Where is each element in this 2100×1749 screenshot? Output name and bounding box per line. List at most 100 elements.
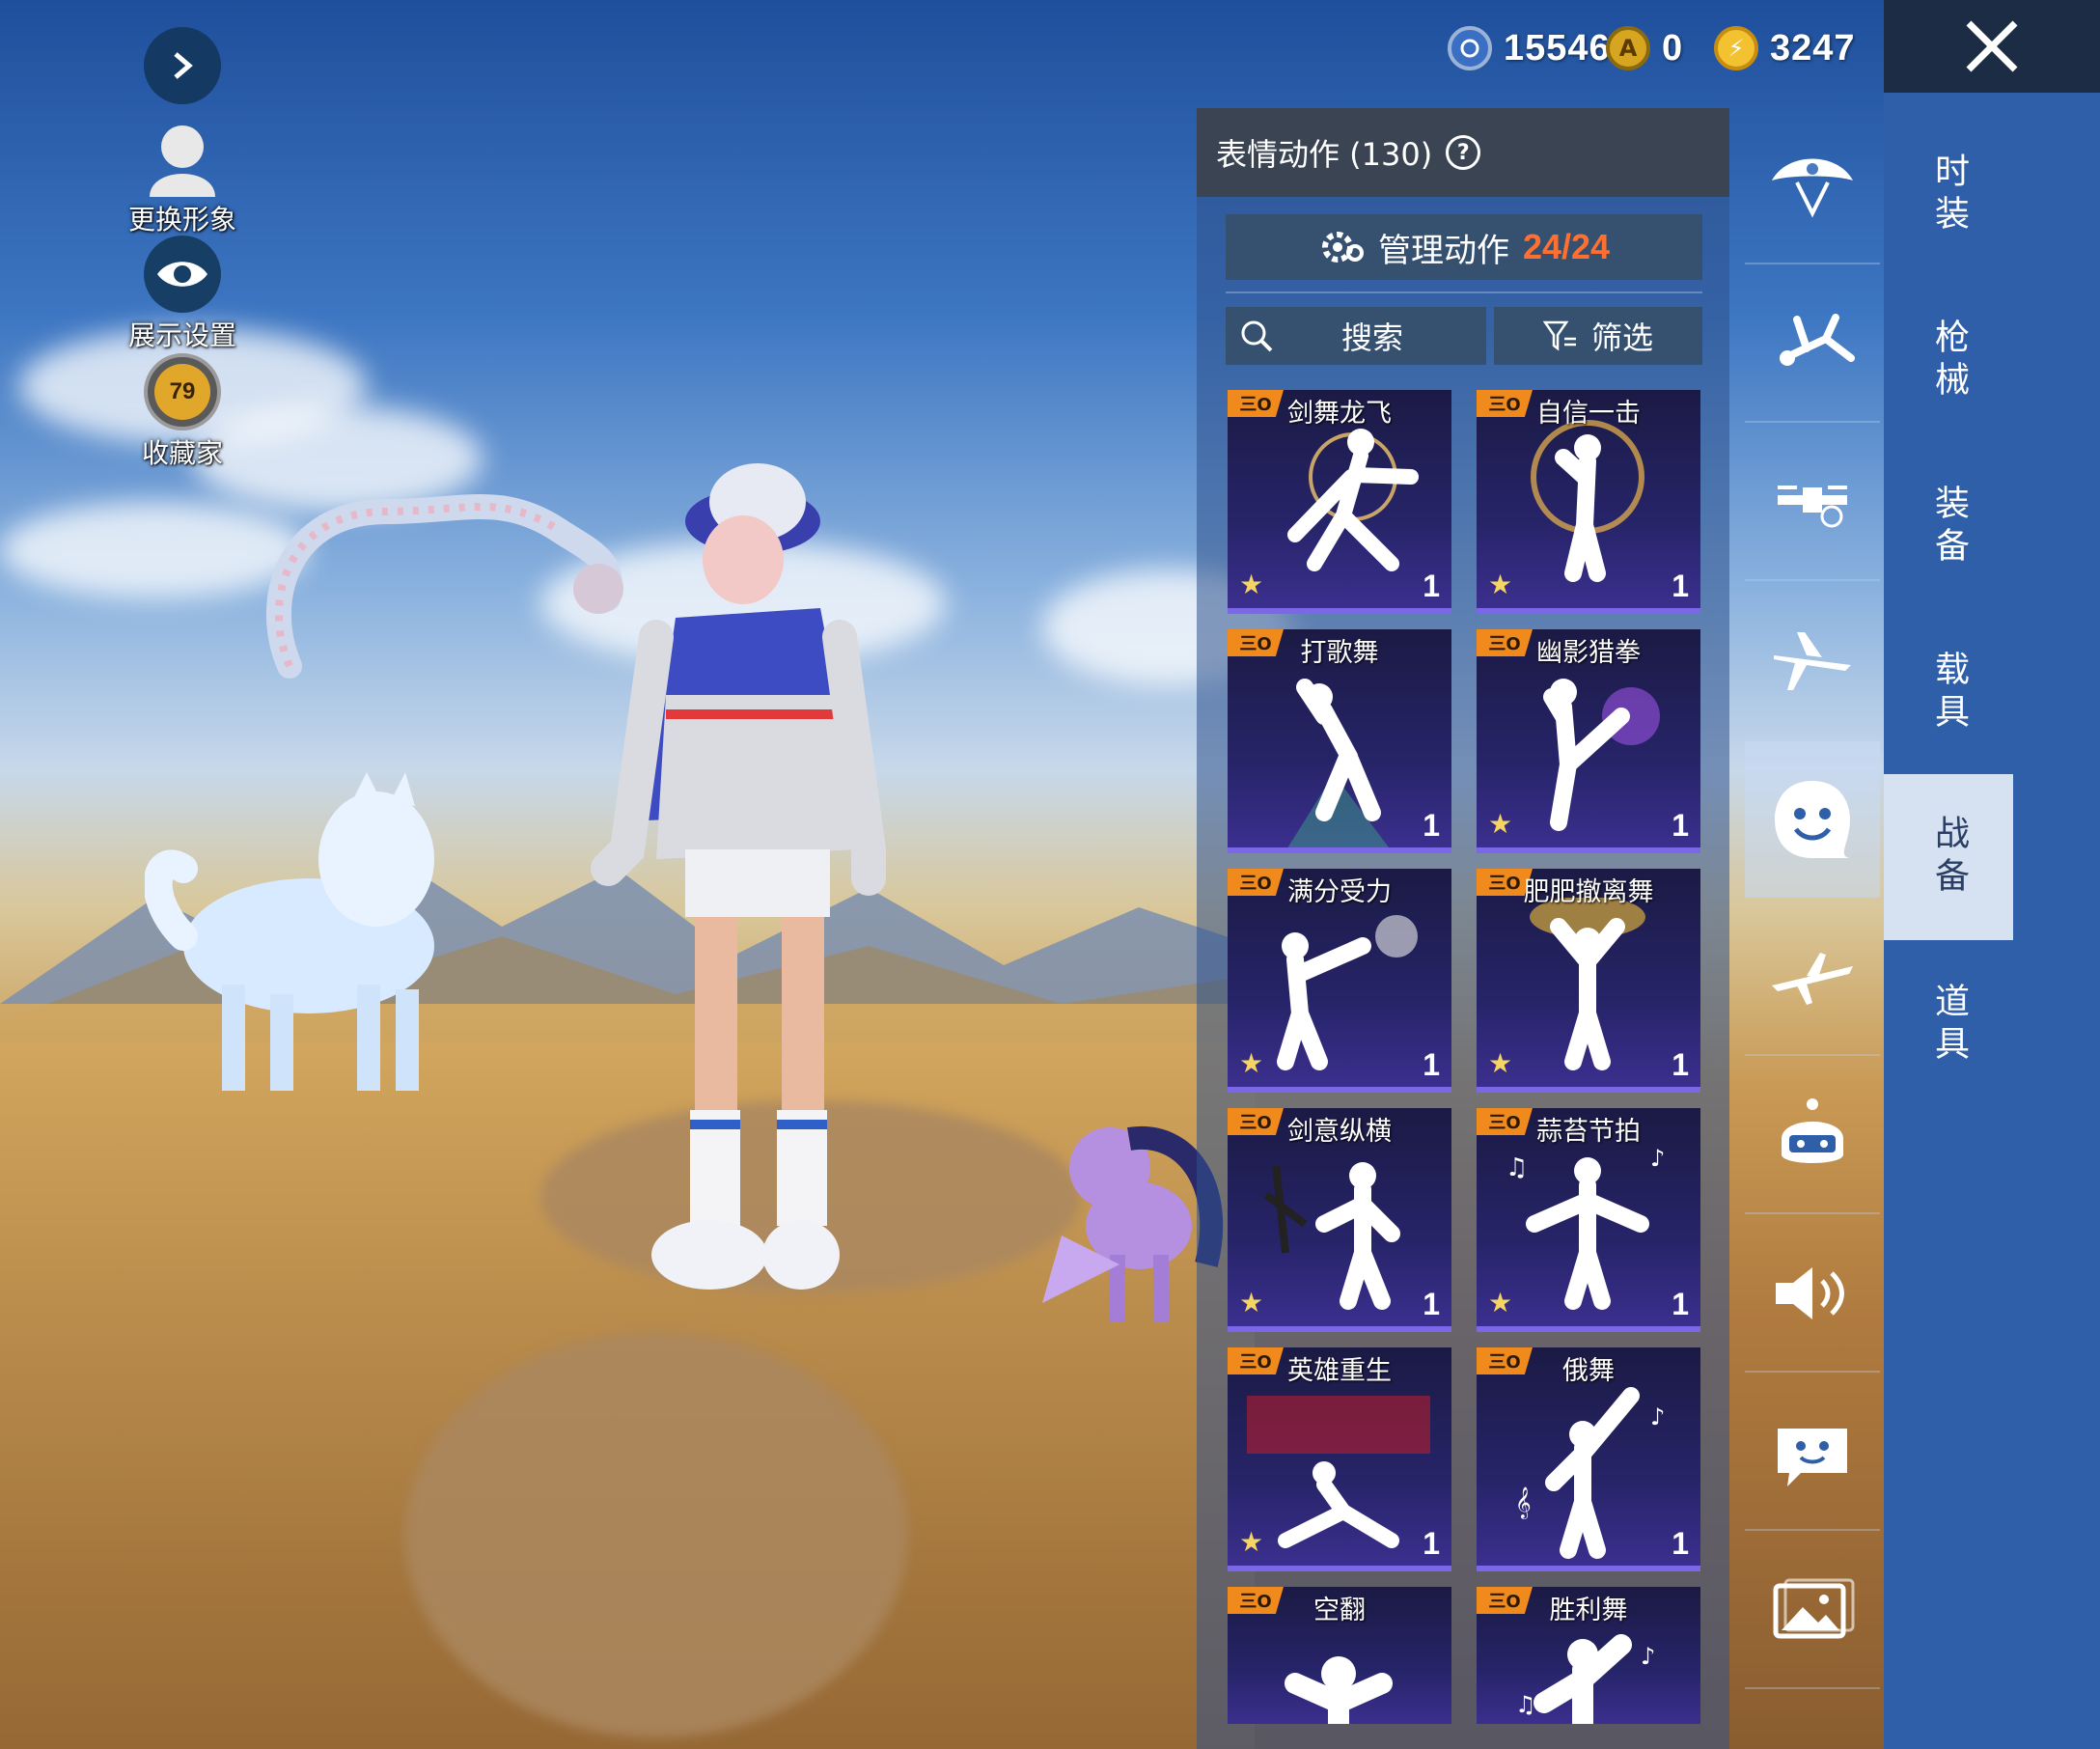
category-helmet[interactable] xyxy=(1745,1058,1880,1214)
star-icon: ★ xyxy=(1488,1047,1513,1079)
search-label: 搜索 xyxy=(1341,319,1404,356)
category-emote[interactable] xyxy=(1745,741,1880,898)
display-settings-label: 展示设置 xyxy=(127,319,236,351)
chat-sticker-icon xyxy=(1778,1429,1847,1486)
emote-name: 胜利舞 xyxy=(1549,1596,1628,1625)
emote-card[interactable]: 三O 满分受力 ★ 1 xyxy=(1228,869,1451,1093)
tab-label: 枪械 xyxy=(1929,319,1969,403)
sound-icon xyxy=(1776,1267,1844,1319)
emote-figure-icon xyxy=(1285,1656,1393,1724)
ice-wolf-pet-figure xyxy=(145,772,434,1091)
emote-card[interactable]: 三O 剑舞龙飞 ★ 1 xyxy=(1228,390,1451,614)
helmet-icon xyxy=(1782,1098,1843,1163)
bp-currency[interactable]: ⚡ 3247 xyxy=(1714,21,1856,75)
tab-label: 道具 xyxy=(1929,983,1969,1068)
manage-emotes-button[interactable]: 管理动作 24/24 xyxy=(1226,214,1702,280)
emote-count: 1 xyxy=(1672,808,1689,843)
player-character-figure xyxy=(591,463,886,1290)
svg-text:♫: ♫ xyxy=(1515,1691,1536,1718)
avatar-icon xyxy=(150,125,215,197)
tab-items[interactable]: 道具 xyxy=(1884,942,2013,1108)
skydive-pose-icon xyxy=(1780,314,1855,366)
emote-name: 满分受力 xyxy=(1287,877,1392,907)
ag-value: 0 xyxy=(1662,27,1684,69)
star-icon: ★ xyxy=(1239,1287,1264,1319)
star-icon: ★ xyxy=(1488,1287,1513,1319)
tab-label: 装备 xyxy=(1929,485,1969,569)
search-icon xyxy=(1241,320,1273,352)
emote-count: 1 xyxy=(1423,569,1440,603)
search-input[interactable]: 搜索 xyxy=(1226,307,1486,365)
emote-count: 1 xyxy=(1423,808,1440,843)
bp-value: 3247 xyxy=(1770,27,1856,69)
emote-panel: 表情动作 (130) ? 管理动作 24/24 搜索 筛选 三O 剑舞龙飞 ★ … xyxy=(1197,108,1729,1749)
glider-icon xyxy=(1772,953,1853,1005)
emote-count: 1 xyxy=(1672,1287,1689,1321)
emote-card[interactable]: 三O 剑意纵横 ★ 1 xyxy=(1228,1108,1451,1332)
emote-count: 1 xyxy=(1423,1047,1440,1082)
filter-label: 筛选 xyxy=(1590,319,1653,356)
uc-value: 15546 xyxy=(1504,27,1611,69)
collector-button[interactable]: 79 收藏家 xyxy=(110,353,255,471)
collector-label: 收藏家 xyxy=(141,437,223,469)
emote-card[interactable]: ♫ ♪ 三O 蒜苔节拍 ★ 1 xyxy=(1477,1108,1700,1332)
emote-card[interactable]: 三O 打歌舞 1 xyxy=(1228,629,1451,853)
close-icon xyxy=(1966,20,2018,72)
collector-badge-icon: 79 xyxy=(144,353,221,430)
tab-label: 时装 xyxy=(1929,153,1969,237)
emote-name: 幽影猎拳 xyxy=(1536,638,1641,668)
emote-count: 1 xyxy=(1423,1287,1440,1321)
expand-button[interactable] xyxy=(110,27,255,104)
picture-icon xyxy=(1773,1578,1855,1639)
emote-card[interactable]: 三O 英雄重生 ★ 1 xyxy=(1228,1347,1451,1571)
emote-card[interactable]: 三O 空翻 xyxy=(1228,1587,1451,1724)
category-parachute[interactable] xyxy=(1745,108,1880,264)
tab-weapons[interactable]: 枪械 xyxy=(1884,278,2013,444)
tab-vehicles[interactable]: 载具 xyxy=(1884,610,2013,776)
star-icon: ★ xyxy=(1239,1047,1264,1079)
svg-text:♪: ♪ xyxy=(1650,1403,1665,1430)
category-picture[interactable] xyxy=(1745,1533,1880,1689)
emote-name: 剑意纵横 xyxy=(1287,1117,1392,1147)
collector-level: 79 xyxy=(154,364,210,420)
category-glider[interactable] xyxy=(1745,900,1880,1056)
emote-card[interactable]: 三O 肥肥撤离舞 ★ 1 xyxy=(1477,869,1700,1093)
ag-currency[interactable]: A 0 xyxy=(1606,21,1683,75)
uc-currency[interactable]: 15546 xyxy=(1448,21,1611,75)
help-icon[interactable]: ? xyxy=(1446,135,1481,170)
emote-card[interactable]: ♪ 𝄞 三O 俄舞 1 xyxy=(1477,1347,1700,1571)
divider xyxy=(1226,292,1702,293)
plane-icon xyxy=(1774,632,1851,690)
gear-icon xyxy=(1321,232,1364,263)
category-drone[interactable] xyxy=(1745,425,1880,581)
ag-coin-icon: A xyxy=(1606,26,1650,70)
tab-fashion[interactable]: 时装 xyxy=(1884,112,2013,278)
emote-card[interactable]: 三O 幽影猎拳 ★ 1 xyxy=(1477,629,1700,853)
emote-name: 英雄重生 xyxy=(1287,1356,1392,1386)
eye-icon xyxy=(144,236,221,313)
uc-coin-icon xyxy=(1448,26,1492,70)
tab-battle-gear[interactable]: 战备 xyxy=(1884,774,2013,940)
star-icon: ★ xyxy=(1239,1526,1264,1558)
emote-name: 蒜苔节拍 xyxy=(1536,1117,1641,1147)
star-icon: ★ xyxy=(1488,808,1513,840)
star-icon: ★ xyxy=(1239,569,1264,600)
tab-label: 战备 xyxy=(1929,815,1969,900)
category-sound[interactable] xyxy=(1745,1216,1880,1373)
panel-header: 表情动作 (130) ? xyxy=(1197,108,1729,197)
category-chat-sticker[interactable] xyxy=(1745,1374,1880,1531)
emote-face-icon xyxy=(1775,781,1850,858)
change-avatar-button[interactable]: 更换形象 xyxy=(110,122,255,237)
filter-button[interactable]: 筛选 xyxy=(1494,307,1702,365)
close-button[interactable] xyxy=(1884,0,2100,93)
emote-figure-icon xyxy=(1287,679,1389,847)
emote-card[interactable]: ♪ ♫ 三O 胜利舞 xyxy=(1477,1587,1700,1724)
category-plane[interactable] xyxy=(1745,583,1880,739)
panel-title: 表情动作 (130) xyxy=(1216,136,1433,173)
emote-count: 1 xyxy=(1423,1526,1440,1561)
emote-card[interactable]: 三O 自信一击 ★ 1 xyxy=(1477,390,1700,614)
category-skydive[interactable] xyxy=(1745,266,1880,423)
display-settings-button[interactable]: 展示设置 xyxy=(110,236,255,353)
tab-equipment[interactable]: 装备 xyxy=(1884,444,2013,610)
main-tab-column: 时装 枪械 装备 载具 战备 道具 xyxy=(1884,93,2100,1749)
